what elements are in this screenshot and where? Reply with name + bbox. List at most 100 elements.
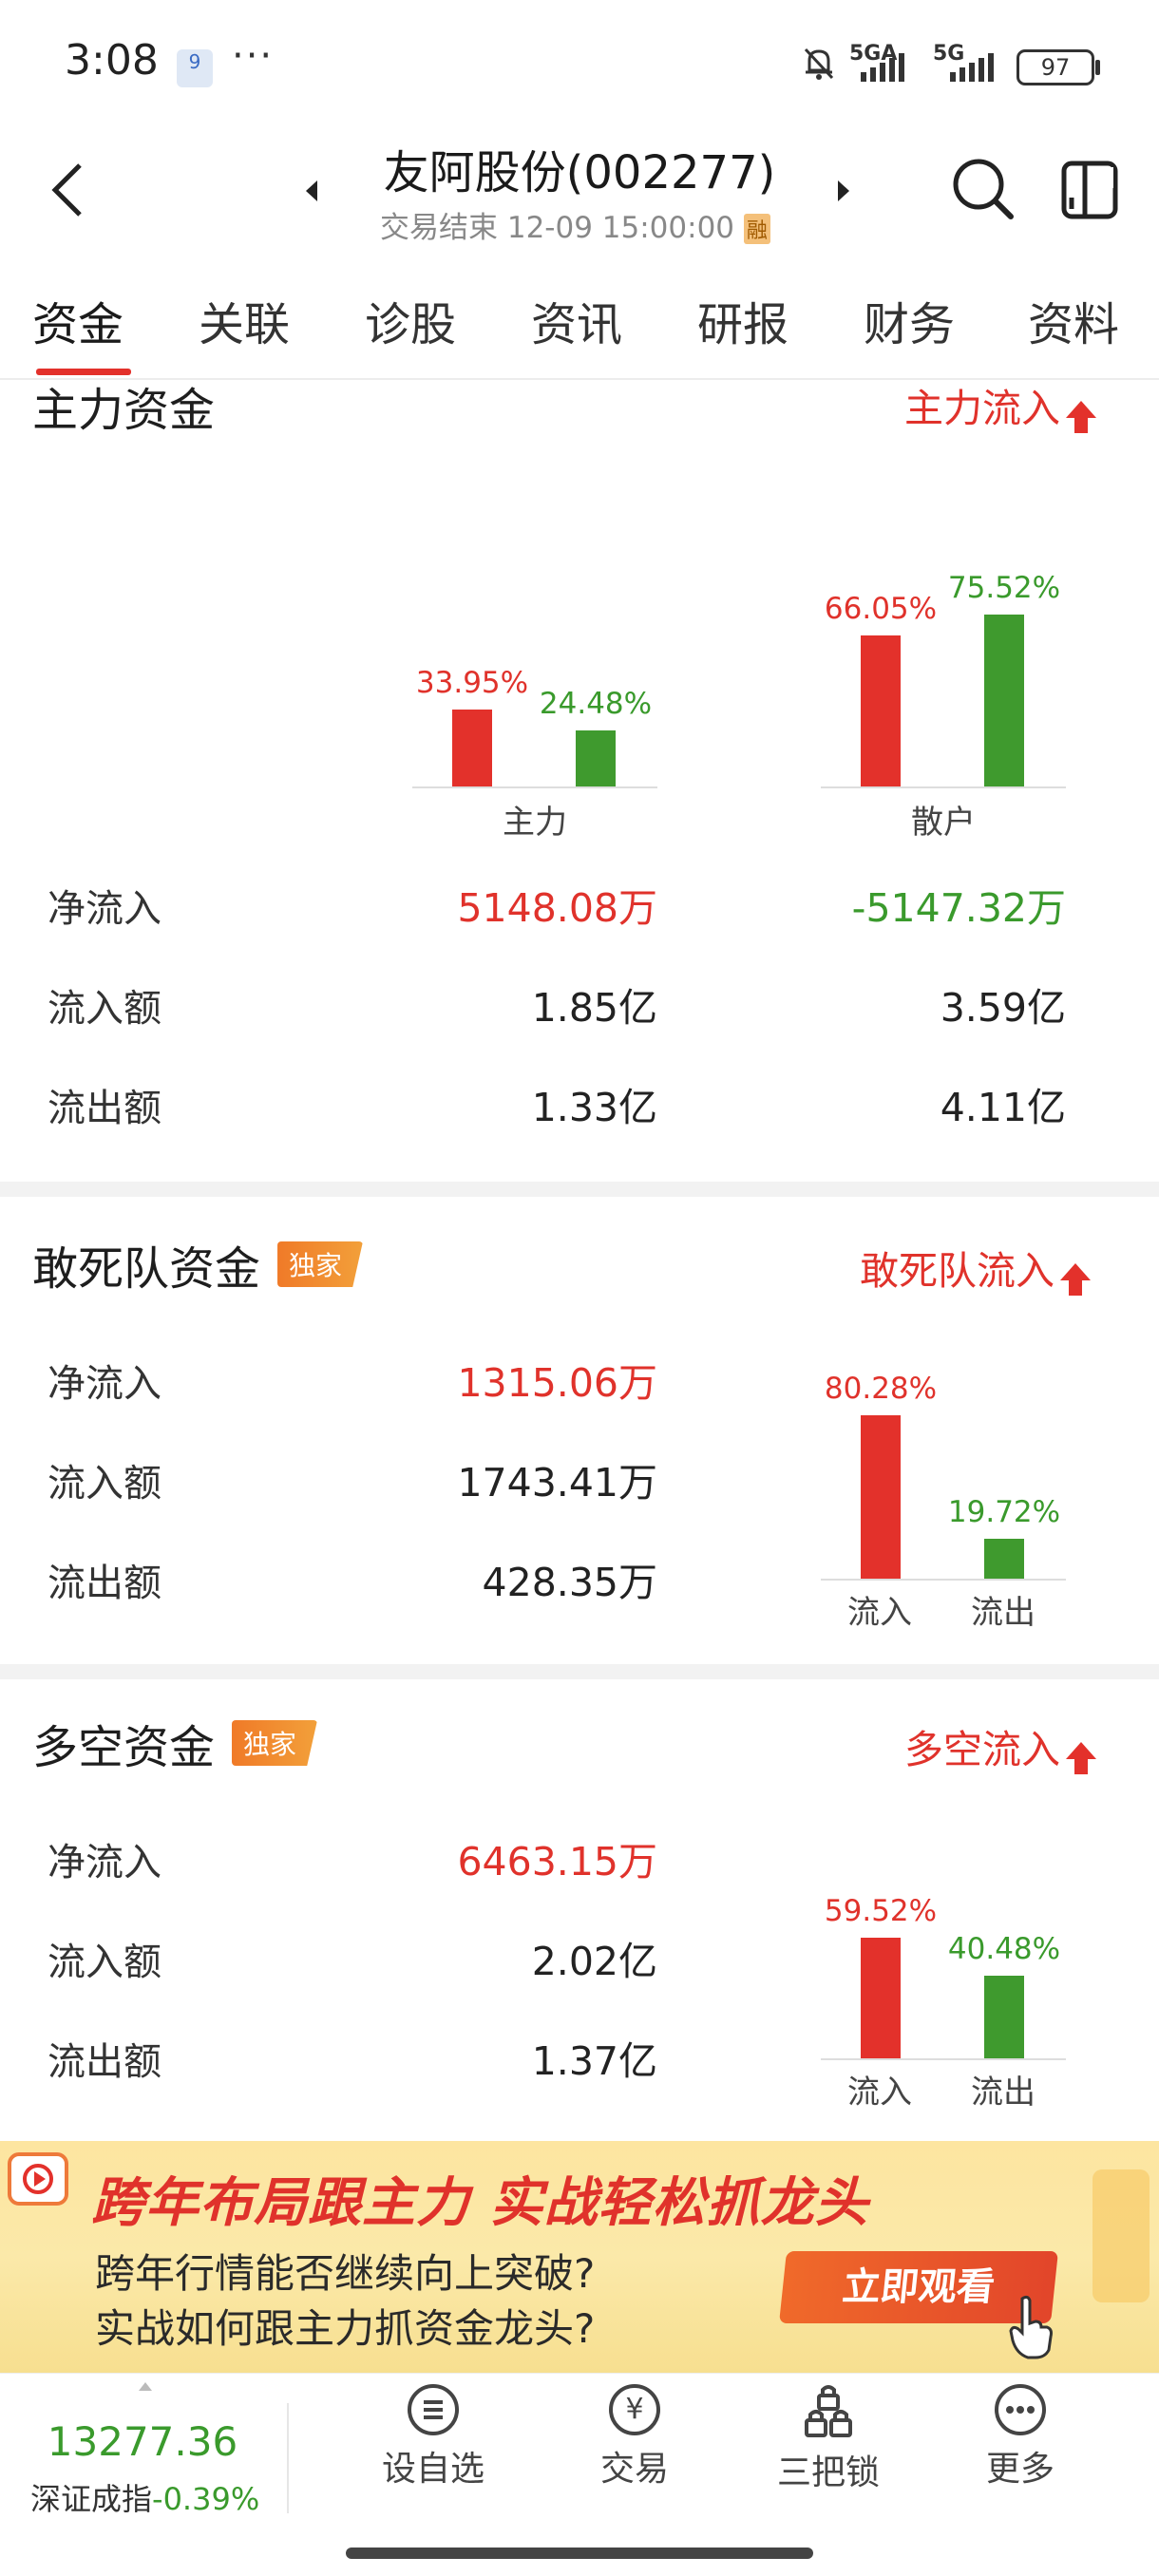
signal-icon-2 xyxy=(942,53,1001,82)
ls-label-out: 流出 xyxy=(971,2074,1036,2112)
yuan-icon: ¥ xyxy=(609,2384,660,2435)
group-label-retail: 散户 xyxy=(911,804,976,842)
next-stock-arrow-icon[interactable] xyxy=(838,180,849,201)
ls-inflow-value: 2.02亿 xyxy=(531,1939,657,1984)
nav-three-locks[interactable]: 三把锁 xyxy=(733,2384,923,2494)
trade-status-text: 交易结束 12-09 15:00:00 xyxy=(380,211,735,245)
banner-line-1: 跨年行情能否继续向上突破? xyxy=(95,2250,596,2297)
trade-status: 交易结束 12-09 15:00:00 融 xyxy=(380,203,770,246)
pct-main-out: 24.48% xyxy=(539,687,653,721)
ls-row-label-net: 净流入 xyxy=(48,1841,162,1885)
dare-bar-in xyxy=(861,1415,901,1579)
promo-banner[interactable]: 跨年布局跟主力 实战轻松抓龙头 跨年行情能否继续向上突破? 实战如何跟主力抓资金… xyxy=(0,2141,1159,2373)
group-label-main: 主力 xyxy=(503,804,567,842)
ls-outflow-value: 1.37亿 xyxy=(531,2038,657,2084)
signal-icon xyxy=(855,53,908,82)
ls-row-label-outflow: 流出额 xyxy=(48,2040,162,2084)
tab-research[interactable]: 研报 xyxy=(697,287,788,353)
locks-icon xyxy=(803,2384,854,2439)
main-inflow-value: 1.85亿 xyxy=(531,985,657,1031)
tab-funds[interactable]: 资金 xyxy=(32,287,124,353)
bar-retail-in xyxy=(861,635,901,786)
nav-label: 三把锁 xyxy=(776,2453,880,2492)
nav-label: 更多 xyxy=(985,2450,1054,2489)
tab-related[interactable]: 关联 xyxy=(199,287,290,353)
mute-bell-icon xyxy=(800,44,838,82)
notification-badge: 9 xyxy=(188,50,201,73)
battery-tip xyxy=(1095,60,1100,75)
dare-bar-out xyxy=(984,1539,1024,1579)
dare-label-in: 流入 xyxy=(847,1594,912,1632)
bar-main-out xyxy=(576,730,616,786)
ls-row-label-inflow: 流入额 xyxy=(48,1941,162,1984)
pct-retail-in: 66.05% xyxy=(824,592,938,626)
dare-label-out: 流出 xyxy=(971,1594,1036,1632)
expand-up-icon[interactable] xyxy=(139,2382,152,2391)
more-dots-icon xyxy=(995,2384,1046,2435)
ls-bar-out xyxy=(984,1976,1024,2058)
back-button[interactable] xyxy=(49,161,87,218)
exclusive-tag-2: 独家 xyxy=(232,1720,318,1766)
dare-row-label-outflow: 流出额 xyxy=(48,1562,162,1605)
group-baseline-retail xyxy=(821,786,1066,788)
banner-line-2: 实战如何跟主力抓资金龙头? xyxy=(95,2305,596,2352)
main-flow-trend-text: 主力流入 xyxy=(904,386,1060,431)
ls-pct-in: 59.52% xyxy=(824,1894,938,1928)
up-arrow-icon xyxy=(1066,1742,1096,1774)
banner-decoration xyxy=(1092,2169,1150,2302)
exclusive-tag: 独家 xyxy=(277,1241,364,1287)
longshort-flow-header: 多空资金 独家 xyxy=(32,1710,318,1776)
list-icon xyxy=(408,2384,459,2435)
longshort-flow-trend-text: 多空流入 xyxy=(904,1727,1060,1772)
stock-title: 友阿股份(002277) xyxy=(383,146,776,199)
nav-trade[interactable]: ¥ 交易 xyxy=(540,2384,730,2491)
dare-outflow-value: 428.35万 xyxy=(482,1560,657,1605)
pct-main-in: 33.95% xyxy=(415,666,529,700)
tab-finance[interactable]: 财务 xyxy=(864,287,955,353)
ls-baseline xyxy=(821,2058,1066,2060)
margin-badge: 融 xyxy=(743,214,770,244)
up-arrow-icon xyxy=(1066,401,1096,433)
notification-icon: 9 xyxy=(177,49,213,87)
index-info[interactable]: 深证成指-0.39% xyxy=(30,2475,259,2519)
section-divider xyxy=(0,1182,1159,1197)
dare-inflow-value: 1743.41万 xyxy=(457,1460,657,1506)
nav-label: 设自选 xyxy=(381,2450,484,2489)
group-baseline-main xyxy=(412,786,657,788)
prev-stock-arrow-icon[interactable] xyxy=(306,180,317,201)
index-name: 深证成指 xyxy=(30,2481,153,2517)
retail-net-value: -5147.32万 xyxy=(851,885,1066,931)
row-label-outflow: 流出额 xyxy=(48,1087,162,1130)
tab-profile[interactable]: 资料 xyxy=(1028,287,1119,353)
ls-bar-in xyxy=(861,1938,901,2058)
row-label-inflow: 流入额 xyxy=(48,987,162,1031)
section-divider-2 xyxy=(0,1664,1159,1679)
main-flow-trend: 主力流入 xyxy=(904,376,1096,433)
dare-flow-header: 敢死队资金 独家 xyxy=(32,1231,364,1297)
tab-diagnose[interactable]: 诊股 xyxy=(365,287,456,353)
index-value[interactable]: 13277.36 xyxy=(28,2418,256,2465)
tab-news[interactable]: 资讯 xyxy=(531,287,622,353)
search-icon[interactable] xyxy=(950,156,1016,222)
status-time: 3:08 xyxy=(65,36,159,85)
main-net-value: 5148.08万 xyxy=(457,885,657,931)
longshort-flow-title: 多空资金 xyxy=(32,1721,216,1774)
ls-net-value: 6463.15万 xyxy=(457,1839,657,1885)
pct-retail-out: 75.52% xyxy=(947,571,1061,605)
nav-more[interactable]: 更多 xyxy=(925,2384,1115,2491)
more-status-icon: ··· xyxy=(232,34,275,78)
up-arrow-icon xyxy=(1060,1263,1091,1296)
retail-inflow-value: 3.59亿 xyxy=(940,985,1066,1031)
nav-label: 交易 xyxy=(599,2450,669,2489)
retail-outflow-value: 4.11亿 xyxy=(940,1085,1066,1130)
dare-flow-title: 敢死队资金 xyxy=(32,1242,261,1296)
dare-flow-trend: 敢死队流入 xyxy=(860,1239,1091,1296)
video-play-icon xyxy=(8,2152,68,2206)
hand-pointer-icon xyxy=(1007,2293,1054,2359)
share-screen-icon[interactable] xyxy=(1060,160,1119,220)
banner-headline: 跨年布局跟主力 实战轻松抓龙头 xyxy=(91,2172,869,2234)
nav-add-watchlist[interactable]: 设自选 xyxy=(338,2384,528,2491)
battery-icon: 97 xyxy=(1016,49,1094,85)
battery-level: 97 xyxy=(1040,54,1071,81)
home-indicator[interactable] xyxy=(346,2548,813,2559)
